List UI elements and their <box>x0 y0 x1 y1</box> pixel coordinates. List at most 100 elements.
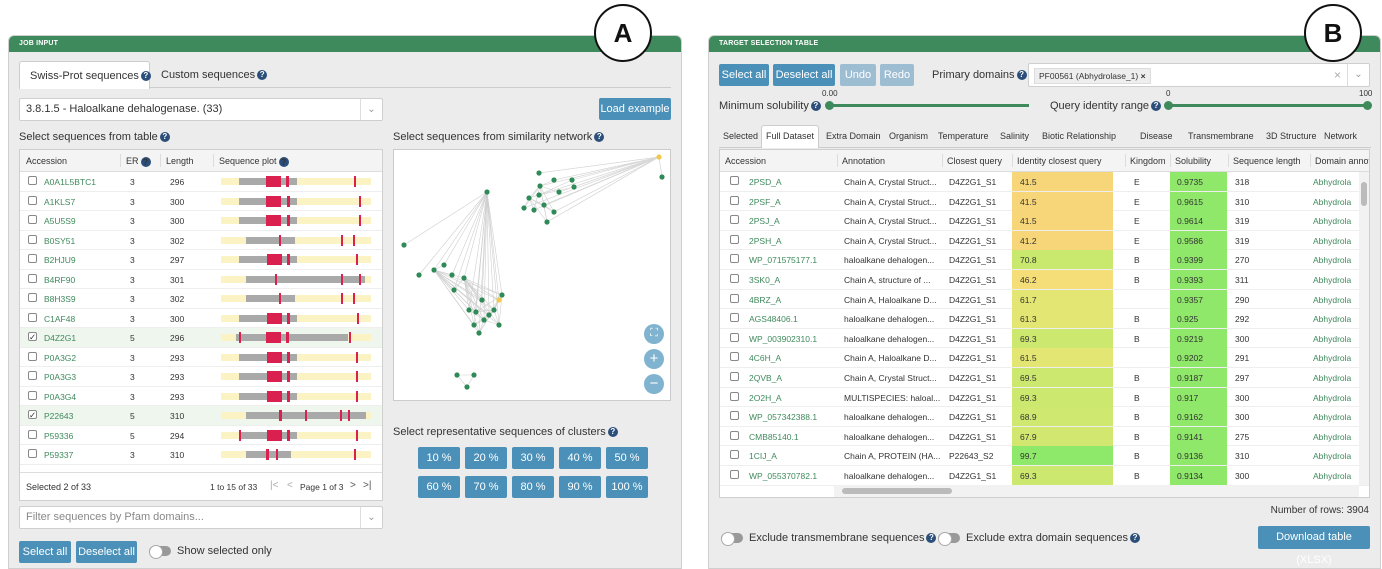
domain-cell[interactable]: Abhydrola <box>1313 393 1359 403</box>
col-identity-closest-query[interactable]: Identity closest query <box>1017 156 1102 166</box>
network-node[interactable] <box>541 202 547 208</box>
table-row[interactable]: CMB85140.1 haloalkane dehalogen... D4Z2G1_… <box>720 426 1369 447</box>
help-icon[interactable]: ? <box>257 70 268 81</box>
next-page-icon[interactable]: > <box>350 480 356 491</box>
network-node[interactable] <box>526 195 532 201</box>
cluster-button[interactable]: 100 % <box>606 476 648 498</box>
row-checkbox[interactable] <box>730 430 739 440</box>
table-row[interactable]: WP_057342388.1 haloalkane dehalogen... D4Z… <box>720 407 1369 427</box>
table-row[interactable]: 2PSD_A Chain A, Crystal Struct... D4Z2G1_S… <box>720 172 1369 192</box>
table-row[interactable]: 2PSF_A Chain A, Crystal Struct... D4Z2G1_S… <box>720 191 1369 212</box>
network-node[interactable] <box>551 209 557 215</box>
table-row[interactable]: B4RF90 3 301 <box>20 270 382 289</box>
fit-view-icon[interactable]: ⛶ <box>644 324 664 344</box>
help-icon[interactable]: ? <box>1151 101 1162 112</box>
accession-link[interactable]: 3SK0_A <box>749 275 780 285</box>
network-node[interactable] <box>551 177 557 183</box>
tab-custom[interactable]: Custom sequences? <box>161 69 268 81</box>
tab-transmembrane[interactable]: Transmembrane <box>1188 131 1254 141</box>
network-node[interactable] <box>556 189 562 195</box>
min-solubility-slider[interactable] <box>825 101 1029 110</box>
row-checkbox[interactable] <box>28 351 37 361</box>
row-checkbox[interactable] <box>730 332 739 342</box>
network-node[interactable] <box>464 384 470 390</box>
table-row[interactable]: 2PSJ_A Chain A, Crystal Struct... D4Z2G1_S… <box>720 211 1369 231</box>
domain-cell[interactable]: Abhydrola <box>1313 255 1359 265</box>
row-checkbox[interactable] <box>730 391 739 401</box>
domain-cell[interactable]: Abhydrola <box>1313 412 1359 422</box>
network-node[interactable] <box>431 267 437 273</box>
row-checkbox[interactable] <box>730 273 739 283</box>
table-row[interactable]: 2QVB_A Chain A, Crystal Struct... D4Z2G1_S… <box>720 367 1369 388</box>
accession-link[interactable]: B2HJU9 <box>44 255 76 265</box>
table-row[interactable]: 2O2H_A MULTISPECIES: haloal... D4Z2G1_S1 69… <box>720 387 1369 408</box>
table-row[interactable]: P0A3G2 3 293 <box>20 348 382 367</box>
redo-button[interactable]: Redo <box>880 64 914 86</box>
cluster-button[interactable]: 70 % <box>465 476 507 498</box>
table-row[interactable]: ✓ D4Z2G1 5 296 <box>20 328 382 348</box>
tab-biotic-relationship[interactable]: Biotic Relationship <box>1042 131 1116 141</box>
row-checkbox[interactable] <box>730 411 739 421</box>
tab-selected[interactable]: Selected <box>723 131 758 141</box>
slider-handle[interactable] <box>825 101 834 110</box>
network-node[interactable] <box>471 372 477 378</box>
tab-network[interactable]: Network <box>1324 131 1357 141</box>
accession-link[interactable]: 4C6H_A <box>749 353 781 363</box>
row-checkbox[interactable] <box>730 371 739 381</box>
network-node[interactable] <box>499 292 505 298</box>
primary-domains-select[interactable]: PF00561 (Abhydrolase_1) × × ⌄ <box>1028 63 1370 87</box>
tab-temperature[interactable]: Temperature <box>938 131 989 141</box>
network-node[interactable] <box>416 272 422 278</box>
help-icon[interactable]: ? <box>594 132 605 143</box>
domain-cell[interactable]: Abhydrola <box>1313 275 1359 285</box>
domain-cell[interactable]: Abhydrola <box>1313 177 1359 187</box>
table-row[interactable]: WP_003902310.1 haloalkane dehalogen... D4Z… <box>720 328 1369 349</box>
domain-cell[interactable]: Abhydrola <box>1313 432 1359 442</box>
accession-link[interactable]: WP_071575177.1 <box>749 255 817 265</box>
slider-handle-min[interactable] <box>1164 101 1173 110</box>
network-node[interactable] <box>537 183 543 189</box>
network-node[interactable] <box>536 170 542 176</box>
network-node[interactable] <box>401 242 407 248</box>
accession-link[interactable]: B4RF90 <box>44 275 75 285</box>
accession-link[interactable]: B8H3S9 <box>44 294 76 304</box>
network-node[interactable] <box>451 287 457 293</box>
row-checkbox[interactable]: ✓ <box>28 332 37 341</box>
row-checkbox[interactable]: ✓ <box>28 410 37 419</box>
load-example-button[interactable]: Load example <box>599 98 671 120</box>
row-checkbox[interactable] <box>730 469 739 479</box>
row-checkbox[interactable] <box>28 234 37 244</box>
table-row[interactable]: AGS48406.1 haloalkane dehalogen... D4Z2G1_… <box>720 309 1369 329</box>
accession-link[interactable]: CMB85140.1 <box>749 432 799 442</box>
accession-link[interactable]: P0A3G2 <box>44 353 76 363</box>
cluster-button[interactable]: 80 % <box>512 476 554 498</box>
tab-extra-domain[interactable]: Extra Domain <box>826 131 881 141</box>
network-node[interactable] <box>496 322 502 328</box>
accession-link[interactable]: AGS48406.1 <box>749 314 798 324</box>
exclude-extra-toggle[interactable] <box>938 532 960 546</box>
accession-link[interactable]: 1CIJ_A <box>749 451 777 461</box>
domain-cell[interactable]: Abhydrola <box>1313 471 1359 481</box>
row-checkbox[interactable] <box>28 429 37 439</box>
table-row[interactable]: B0SY51 3 302 <box>20 231 382 250</box>
row-checkbox[interactable] <box>28 371 37 380</box>
scrollbar-thumb[interactable] <box>842 488 952 494</box>
table-row[interactable]: WP_071575177.1 haloalkane dehalogen... D4Z… <box>720 250 1369 270</box>
ec-select[interactable]: 3.8.1.5 - Haloalkane dehalogenase. (33) ⌄ <box>19 98 383 121</box>
accession-link[interactable]: P59336 <box>44 431 73 441</box>
deselect-all-button[interactable]: Deselect all <box>76 541 137 563</box>
network-node[interactable] <box>461 275 467 281</box>
scrollbar-thumb[interactable] <box>1361 182 1367 206</box>
help-icon[interactable]: ? <box>810 101 821 112</box>
col-closest-query[interactable]: Closest query <box>947 156 1002 166</box>
accession-link[interactable]: 2QVB_A <box>749 373 782 383</box>
prev-page-icon[interactable]: < <box>287 480 293 491</box>
row-checkbox[interactable] <box>28 312 37 322</box>
domain-cell[interactable]: Abhydrola <box>1313 216 1359 226</box>
pfam-filter-input[interactable]: Filter sequences by Pfam domains... ⌄ <box>19 506 383 529</box>
network-node[interactable] <box>531 207 537 213</box>
col-sequence-length[interactable]: Sequence length <box>1233 156 1301 166</box>
accession-link[interactable]: 2PSJ_A <box>749 216 780 226</box>
domain-cell[interactable]: Abhydrola <box>1313 197 1359 207</box>
table-row[interactable]: B8H3S9 3 302 <box>20 289 382 309</box>
